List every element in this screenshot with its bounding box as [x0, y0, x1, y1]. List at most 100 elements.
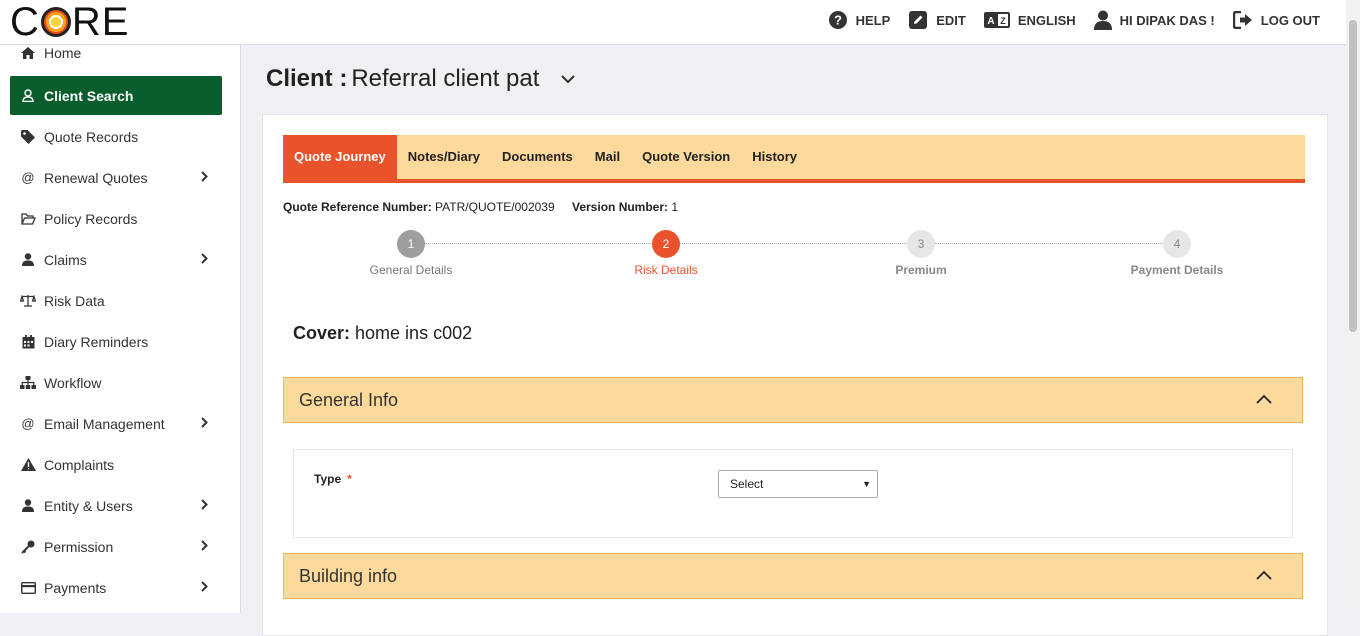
sidebar-item-label: Client Search — [44, 87, 134, 104]
sidebar-item-home[interactable]: Home — [0, 45, 240, 65]
chevron-up-icon[interactable] — [1256, 394, 1272, 404]
top-bar: C RE ? HELP EDIT AZ ENGLISH HI DIPAK DAS… — [0, 0, 1346, 45]
sidebar-item-policy-records[interactable]: Policy Records — [0, 198, 240, 239]
sidebar-item-renewal-quotes[interactable]: @ Renewal Quotes — [0, 157, 240, 198]
edit-icon — [909, 11, 928, 29]
logo-ring-icon — [40, 7, 71, 37]
svg-text:Z: Z — [1000, 16, 1006, 26]
edit-link[interactable]: EDIT — [908, 10, 966, 30]
sidebar-item-label: Renewal Quotes — [44, 169, 148, 186]
at-icon: @ — [21, 416, 35, 431]
step-risk-details[interactable]: 2 Risk Details — [566, 230, 766, 277]
sidebar-item-payments[interactable]: Payments — [0, 567, 240, 608]
chevron-right-icon — [201, 417, 208, 428]
quote-card: Quote Journey Notes/Diary Documents Mail… — [262, 114, 1328, 636]
step-payment-details[interactable]: 4 Payment Details — [1077, 230, 1277, 277]
version-value: 1 — [671, 200, 679, 214]
user-link[interactable]: HI DIPAK DAS ! — [1093, 10, 1215, 30]
general-info-header[interactable]: General Info — [283, 377, 1303, 423]
sidebar-item-label: Diary Reminders — [44, 333, 149, 350]
step-number: 4 — [1163, 230, 1191, 258]
sidebar-item-risk-data[interactable]: Risk Data — [0, 280, 240, 321]
logo-text-left: C — [10, 0, 40, 44]
sidebar-item-quote-records[interactable]: Quote Records — [0, 116, 240, 157]
top-links: ? HELP EDIT AZ ENGLISH HI DIPAK DAS ! LO… — [828, 10, 1320, 30]
step-label: General Details — [369, 263, 453, 277]
sidebar-item-entity-users[interactable]: Entity & Users — [0, 485, 240, 526]
sidebar-item-label: Claims — [44, 251, 87, 268]
at-icon: @ — [21, 170, 35, 185]
type-select[interactable]: Select ▼ — [718, 470, 878, 498]
chevron-right-icon — [201, 253, 208, 264]
tab-history[interactable]: History — [741, 135, 808, 179]
chevron-right-icon — [201, 540, 208, 551]
sidebar-item-email-management[interactable]: @ Email Management — [0, 403, 240, 444]
chevron-right-icon — [201, 499, 208, 510]
panel-title: Building info — [299, 565, 398, 586]
user-icon — [1093, 10, 1112, 30]
quote-ref-label: Quote Reference Number: — [283, 200, 432, 214]
tab-mail[interactable]: Mail — [584, 135, 631, 179]
sidebar-item-diary-reminders[interactable]: Diary Reminders — [0, 321, 240, 362]
chevron-right-icon — [201, 171, 208, 182]
user-label: HI DIPAK DAS ! — [1119, 12, 1215, 28]
sidebar-item-label: Complaints — [44, 456, 115, 473]
translate-icon: AZ — [983, 12, 1010, 28]
help-label: HELP — [855, 12, 891, 28]
chevron-up-icon[interactable] — [1256, 570, 1272, 580]
scrollbar-thumb[interactable] — [1349, 20, 1357, 332]
logo-text-right: RE — [71, 0, 130, 44]
user-icon — [20, 89, 36, 102]
user-icon — [20, 253, 36, 266]
tab-quote-journey[interactable]: Quote Journey — [283, 135, 397, 179]
key-icon — [20, 540, 36, 554]
sidebar-item-label: Home — [44, 45, 82, 61]
core-logo[interactable]: C RE — [10, 0, 130, 44]
sidebar-item-complaints[interactable]: Complaints — [0, 444, 240, 485]
step-premium[interactable]: 3 Premium — [821, 230, 1021, 277]
step-label: Risk Details — [634, 263, 698, 277]
tag-icon — [20, 129, 36, 144]
sidebar-item-label: Workflow — [44, 374, 102, 391]
svg-text:?: ? — [834, 13, 842, 28]
language-label: ENGLISH — [1017, 12, 1076, 28]
step-general-details[interactable]: 1 General Details — [311, 230, 511, 277]
sidebar-item-label: Entity & Users — [44, 497, 133, 514]
sidebar-item-label: Risk Data — [44, 292, 105, 309]
panel-title: General Info — [299, 389, 399, 410]
sidebar-item-label: Quote Records — [44, 128, 139, 145]
cover-label: Cover: — [293, 323, 351, 343]
warning-icon — [20, 458, 36, 471]
sidebar-item-claims[interactable]: Claims — [0, 239, 240, 280]
home-icon — [20, 47, 36, 59]
main-content: Client : Referral client pat Quote Journ… — [241, 45, 1346, 636]
sidebar: Home Client Search Quote Records @ Renew… — [0, 45, 241, 613]
step-number: 1 — [397, 230, 425, 258]
sidebar-item-label: Email Management — [44, 415, 165, 432]
help-link[interactable]: ? HELP — [828, 10, 891, 30]
credit-card-icon — [20, 581, 36, 594]
chevron-down-icon[interactable] — [561, 74, 576, 84]
page-title: Client : Referral client pat — [266, 65, 576, 93]
cover-line: Cover: home ins c002 — [293, 323, 472, 344]
tab-documents[interactable]: Documents — [491, 135, 584, 179]
step-label: Payment Details — [1130, 263, 1224, 277]
sidebar-item-permission[interactable]: Permission — [0, 526, 240, 567]
page-scrollbar[interactable] — [1346, 0, 1360, 613]
question-circle-icon: ? — [828, 11, 847, 29]
language-link[interactable]: AZ ENGLISH — [983, 12, 1076, 28]
building-info-header[interactable]: Building info — [283, 553, 1303, 599]
version-label: Version Number: — [572, 200, 669, 214]
step-number: 2 — [652, 230, 680, 258]
tab-bar: Quote Journey Notes/Diary Documents Mail… — [283, 135, 1305, 183]
sidebar-item-workflow[interactable]: Workflow — [0, 362, 240, 403]
logout-link[interactable]: LOG OUT — [1232, 11, 1320, 29]
type-field-label: Type * — [314, 472, 352, 486]
sidebar-item-client-search[interactable]: Client Search — [10, 76, 222, 115]
sidebar-item-label: Policy Records — [44, 210, 138, 227]
progress-steps: 1 General Details 2 Risk Details 3 Premi… — [283, 230, 1305, 280]
client-name: Referral client pat — [351, 65, 540, 92]
tab-notes-diary[interactable]: Notes/Diary — [397, 135, 491, 179]
tab-quote-version[interactable]: Quote Version — [631, 135, 741, 179]
cover-value: home ins c002 — [355, 323, 473, 343]
